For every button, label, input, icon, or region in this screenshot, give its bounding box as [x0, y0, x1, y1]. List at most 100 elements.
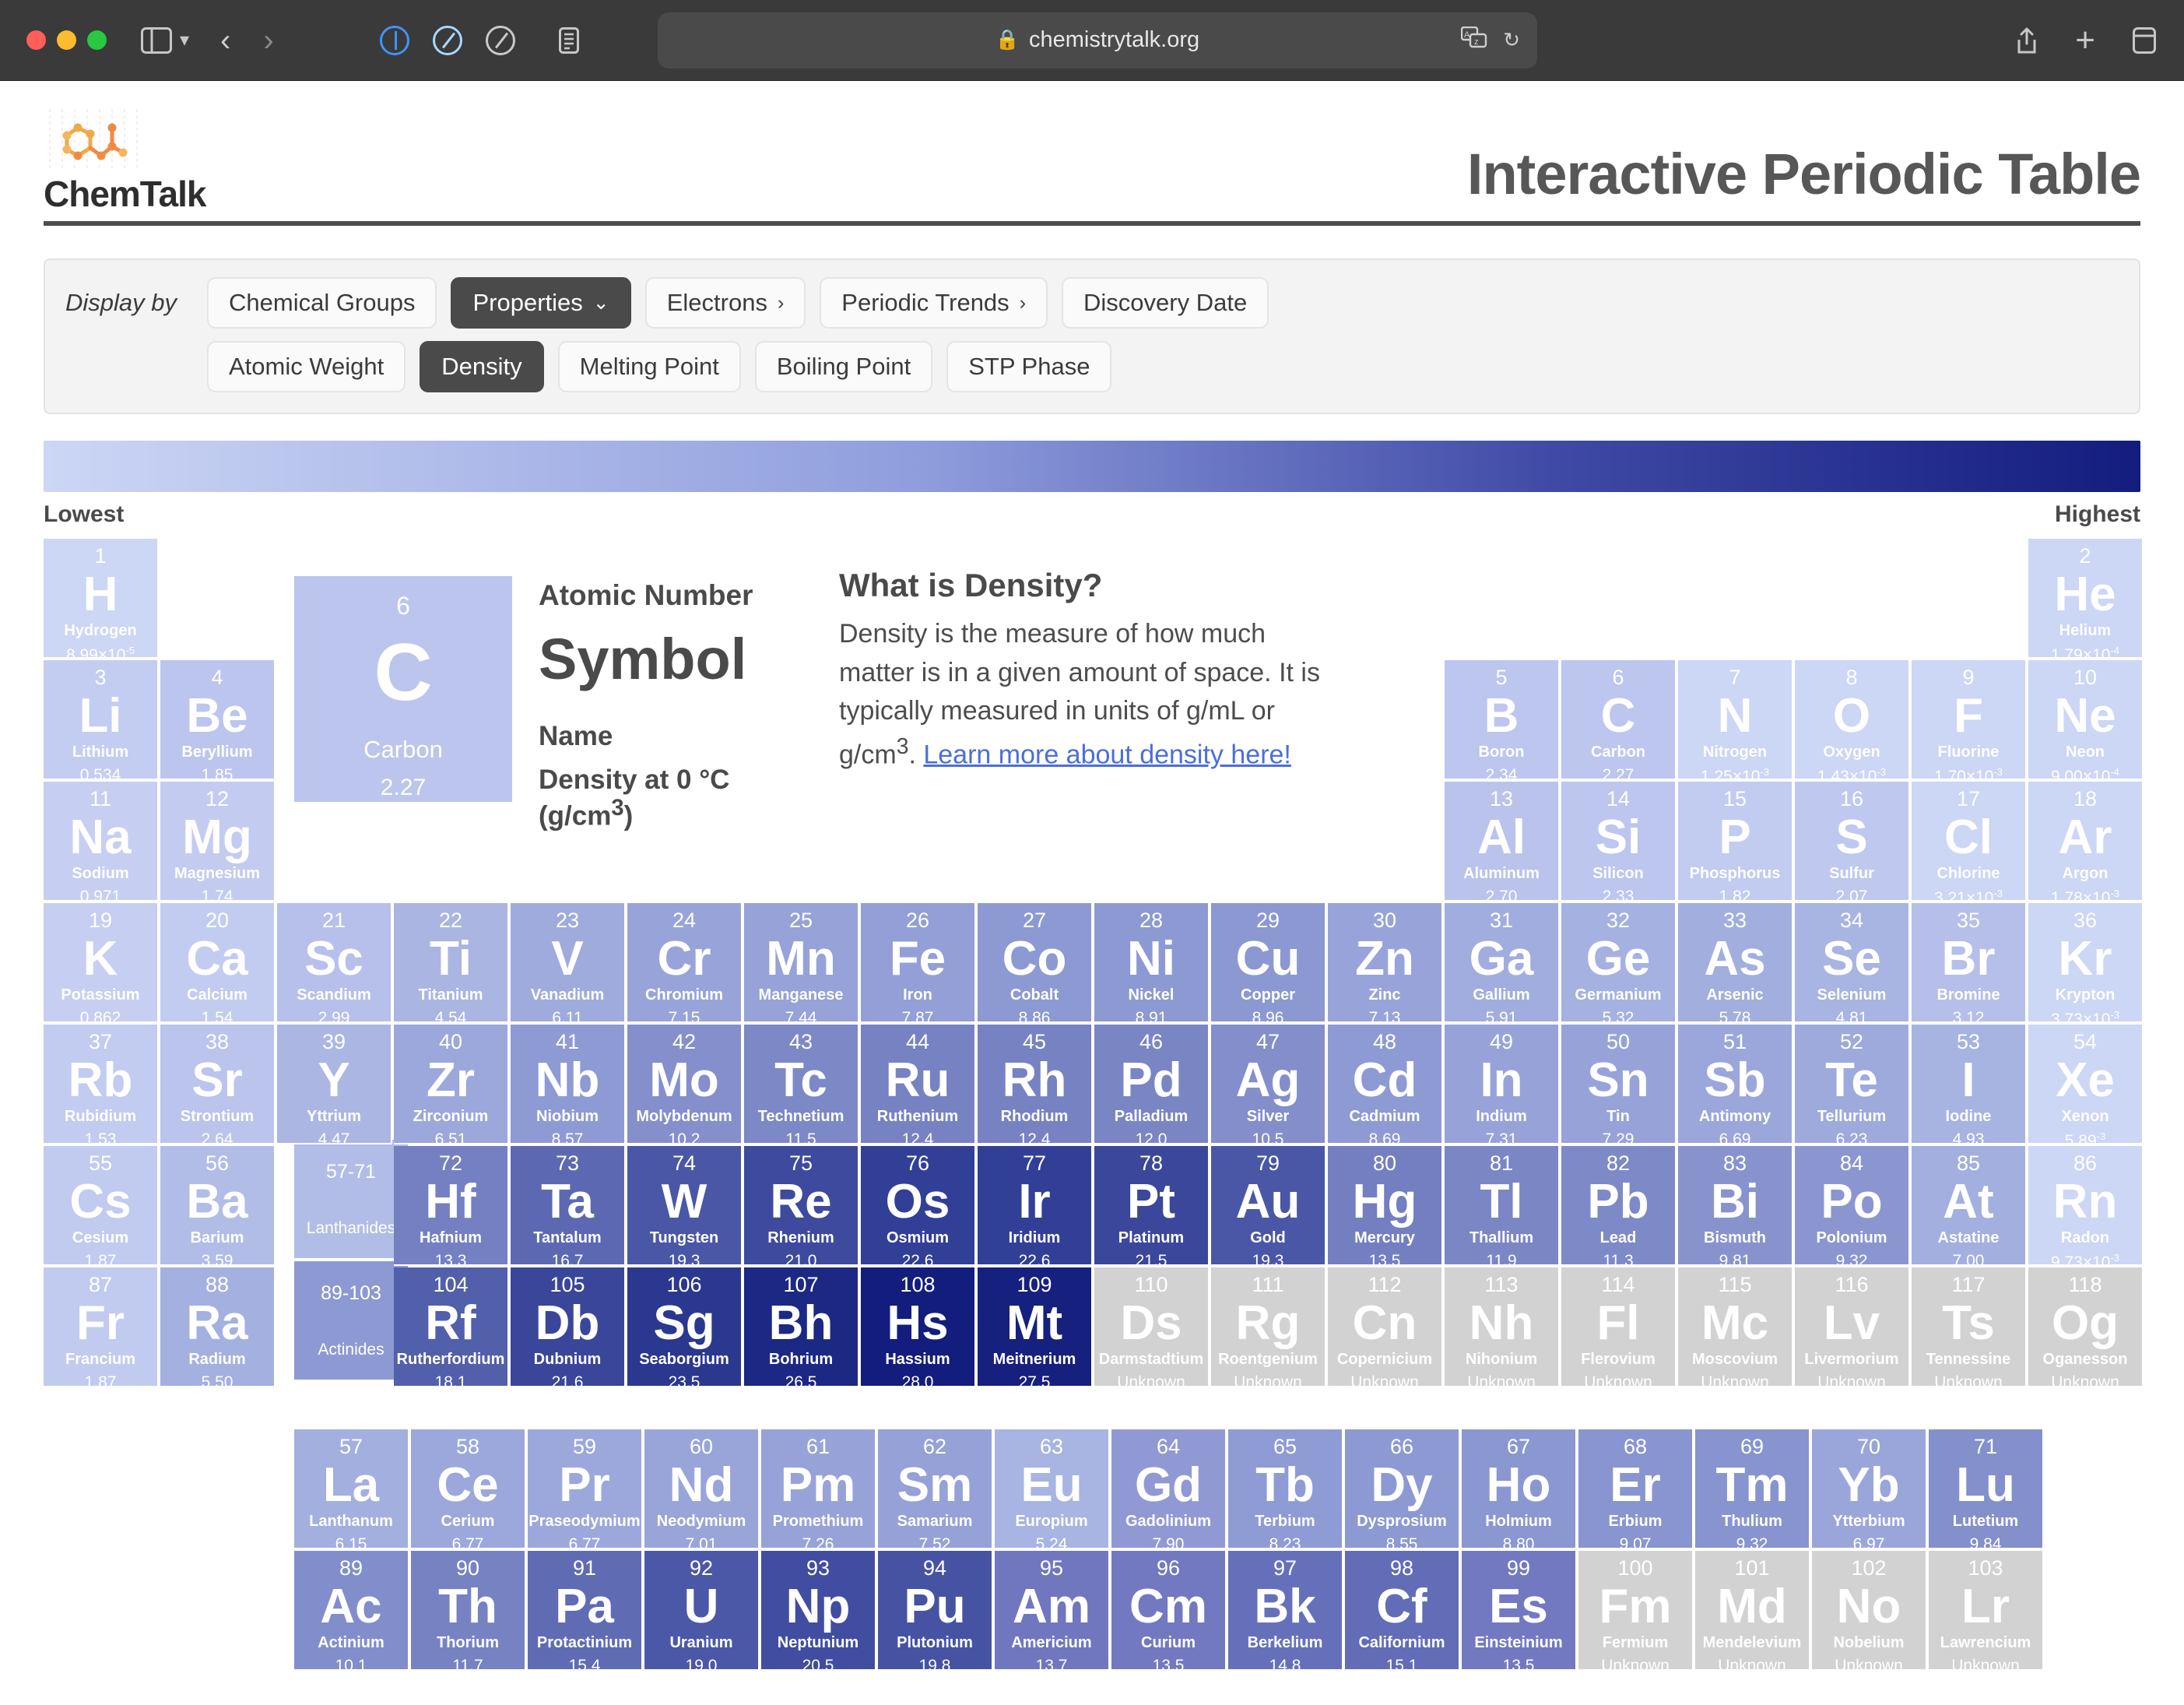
- element-cell-au[interactable]: 79 Au Gold 19.3: [1211, 1146, 1326, 1266]
- element-cell-fm[interactable]: 100 Fm Fermium Unknown: [1578, 1551, 1694, 1671]
- share-icon[interactable]: [2016, 26, 2038, 54]
- button-stp-phase[interactable]: STP Phase: [946, 341, 1112, 392]
- element-cell-u[interactable]: 92 U Uranium 19.0: [644, 1551, 760, 1671]
- element-cell-tl[interactable]: 81 Tl Thallium 11.9: [1445, 1146, 1560, 1266]
- element-cell-sb[interactable]: 51 Sb Antimony 6.69: [1678, 1025, 1793, 1144]
- element-cell-ds[interactable]: 110 Ds Darmstadtium Unknown: [1094, 1267, 1210, 1387]
- element-cell-i[interactable]: 53 I Iodine 4.93: [1912, 1025, 2027, 1144]
- sidebar-toggle-button[interactable]: ▾: [141, 26, 189, 54]
- element-cell-o[interactable]: 8 O Oxygen 1.43×10-3: [1795, 660, 1910, 780]
- element-cell-rf[interactable]: 104 Rf Rutherfordium 18.1: [394, 1267, 509, 1387]
- element-cell-no[interactable]: 102 No Nobelium Unknown: [1812, 1551, 1927, 1671]
- element-cell-cu[interactable]: 29 Cu Copper 8.96: [1211, 903, 1326, 1023]
- tab-overview-icon[interactable]: [2133, 26, 2156, 54]
- button-atomic-weight[interactable]: Atomic Weight: [207, 341, 406, 392]
- element-cell-nb[interactable]: 41 Nb Niobium 8.57: [511, 1025, 626, 1144]
- element-cell-co[interactable]: 27 Co Cobalt 8.86: [978, 903, 1093, 1023]
- element-cell-ta[interactable]: 73 Ta Tantalum 16.7: [511, 1146, 626, 1266]
- tab-icon-second[interactable]: [432, 25, 462, 55]
- element-cell-zn[interactable]: 30 Zn Zinc 7.13: [1328, 903, 1443, 1023]
- element-cell-f[interactable]: 9 F Fluorine 1.70×10-3: [1912, 660, 2027, 780]
- element-cell-mc[interactable]: 115 Mc Moscovium Unknown: [1678, 1267, 1793, 1387]
- element-cell-cf[interactable]: 98 Cf Californium 15.1: [1345, 1551, 1460, 1671]
- tab-icon-active[interactable]: [379, 25, 409, 55]
- element-cell-nh[interactable]: 113 Nh Nihonium Unknown: [1445, 1267, 1560, 1387]
- button-properties[interactable]: Properties ⌄: [451, 277, 631, 329]
- element-cell-ba[interactable]: 56 Ba Barium 3.59: [160, 1146, 276, 1266]
- element-cell-la[interactable]: 57 La Lanthanum 6.15: [294, 1429, 409, 1549]
- element-cell-as[interactable]: 33 As Arsenic 5.78: [1678, 903, 1793, 1023]
- element-cell-dy[interactable]: 66 Dy Dysprosium 8.55: [1345, 1429, 1460, 1549]
- element-cell-pt[interactable]: 78 Pt Platinum 21.5: [1094, 1146, 1210, 1266]
- element-cell-sn[interactable]: 50 Sn Tin 7.29: [1561, 1025, 1677, 1144]
- element-cell-pu[interactable]: 94 Pu Plutonium 19.8: [878, 1551, 993, 1671]
- element-cell-mt[interactable]: 109 Mt Meitnerium 27.5: [978, 1267, 1093, 1387]
- element-cell-am[interactable]: 95 Am Americium 13.7: [995, 1551, 1110, 1671]
- element-cell-tb[interactable]: 65 Tb Terbium 8.23: [1228, 1429, 1343, 1549]
- button-boiling-point[interactable]: Boiling Point: [754, 341, 933, 392]
- element-cell-kr[interactable]: 36 Kr Krypton 3.73×10-3: [2028, 903, 2144, 1023]
- element-cell-p[interactable]: 15 P Phosphorus 1.82: [1678, 782, 1793, 902]
- element-cell-pr[interactable]: 59 Pr Praseodymium 6.77: [528, 1429, 643, 1549]
- element-cell-in[interactable]: 49 In Indium 7.31: [1445, 1025, 1560, 1144]
- new-tab-plus-icon[interactable]: +: [2075, 23, 2095, 58]
- element-cell-ra[interactable]: 88 Ra Radium 5.50: [160, 1267, 276, 1387]
- back-chevron-icon[interactable]: ‹: [220, 25, 230, 56]
- element-cell-li[interactable]: 3 Li Lithium 0.534: [44, 660, 159, 780]
- element-cell-rb[interactable]: 37 Rb Rubidium 1.53: [44, 1025, 159, 1144]
- element-cell-y[interactable]: 39 Y Yttrium 4.47: [277, 1025, 392, 1144]
- element-cell-nd[interactable]: 60 Nd Neodymium 7.01: [644, 1429, 760, 1549]
- element-cell-md[interactable]: 101 Md Mendelevium Unknown: [1695, 1551, 1810, 1671]
- element-cell-bh[interactable]: 107 Bh Bohrium 26.5: [744, 1267, 859, 1387]
- element-cell-po[interactable]: 84 Po Polonium 9.32: [1795, 1146, 1910, 1266]
- element-cell-rg[interactable]: 111 Rg Roentgenium Unknown: [1211, 1267, 1326, 1387]
- element-cell-pd[interactable]: 46 Pd Palladium 12.0: [1094, 1025, 1210, 1144]
- element-cell-cm[interactable]: 96 Cm Curium 13.5: [1111, 1551, 1227, 1671]
- element-cell-ts[interactable]: 117 Ts Tennessine Unknown: [1912, 1267, 2027, 1387]
- tab-strip[interactable]: [379, 25, 579, 55]
- element-cell-cs[interactable]: 55 Cs Cesium 1.87: [44, 1146, 159, 1266]
- element-cell-c[interactable]: 6 C Carbon 2.27: [1561, 660, 1677, 780]
- element-cell-ge[interactable]: 32 Ge Germanium 5.32: [1561, 903, 1677, 1023]
- element-cell-sr[interactable]: 38 Sr Strontium 2.64: [160, 1025, 276, 1144]
- element-cell-h[interactable]: 1 H Hydrogen 8.99×10-5: [44, 539, 159, 659]
- element-cell-bk[interactable]: 97 Bk Berkelium 14.8: [1228, 1551, 1343, 1671]
- element-cell-sc[interactable]: 21 Sc Scandium 2.99: [277, 903, 392, 1023]
- element-cell-be[interactable]: 4 Be Beryllium 1.85: [160, 660, 276, 780]
- element-cell-ho[interactable]: 67 Ho Holmium 8.80: [1462, 1429, 1577, 1549]
- element-cell-ni[interactable]: 28 Ni Nickel 8.91: [1094, 903, 1210, 1023]
- element-cell-cd[interactable]: 48 Cd Cadmium 8.69: [1328, 1025, 1443, 1144]
- element-cell-fl[interactable]: 114 Fl Flerovium Unknown: [1561, 1267, 1677, 1387]
- button-density[interactable]: Density: [420, 341, 544, 392]
- element-cell-hf[interactable]: 72 Hf Hafnium 13.3: [394, 1146, 509, 1266]
- element-cell-gd[interactable]: 64 Gd Gadolinium 7.90: [1111, 1429, 1227, 1549]
- element-cell-lu[interactable]: 71 Lu Lutetium 9.84: [1929, 1429, 2044, 1549]
- button-chemical-groups[interactable]: Chemical Groups: [207, 277, 437, 329]
- element-cell-he[interactable]: 2 He Helium 1.79×10-4: [2028, 539, 2144, 659]
- element-cell-s[interactable]: 16 S Sulfur 2.07: [1795, 782, 1910, 902]
- element-cell-te[interactable]: 52 Te Tellurium 6.23: [1795, 1025, 1910, 1144]
- navigation-buttons[interactable]: ‹ ›: [220, 25, 274, 56]
- element-cell-ir[interactable]: 77 Ir Iridium 22.6: [978, 1146, 1093, 1266]
- element-cell-ce[interactable]: 58 Ce Cerium 6.77: [411, 1429, 526, 1549]
- close-window-button[interactable]: [26, 30, 46, 50]
- element-cell-yb[interactable]: 70 Yb Ytterbium 6.97: [1812, 1429, 1927, 1549]
- button-discovery-date[interactable]: Discovery Date: [1062, 277, 1269, 329]
- element-cell-br[interactable]: 35 Br Bromine 3.12: [1912, 903, 2027, 1023]
- forward-chevron-icon[interactable]: ›: [263, 25, 273, 56]
- element-cell-lr[interactable]: 103 Lr Lawrencium Unknown: [1929, 1551, 2044, 1671]
- element-cell-ga[interactable]: 31 Ga Gallium 5.91: [1445, 903, 1560, 1023]
- element-cell-ca[interactable]: 20 Ca Calcium 1.54: [160, 903, 276, 1023]
- element-cell-og[interactable]: 118 Og Oganesson Unknown: [2028, 1267, 2144, 1387]
- element-cell-pb[interactable]: 82 Pb Lead 11.3: [1561, 1146, 1677, 1266]
- element-cell-ru[interactable]: 44 Ru Ruthenium 12.4: [861, 1025, 976, 1144]
- element-cell-ne[interactable]: 10 Ne Neon 9.00×10-4: [2028, 660, 2144, 780]
- chemtalk-logo[interactable]: ChemTalk: [44, 107, 206, 215]
- chevron-down-icon[interactable]: ▾: [180, 29, 189, 51]
- element-cell-se[interactable]: 34 Se Selenium 4.81: [1795, 903, 1910, 1023]
- button-periodic-trends[interactable]: Periodic Trends ›: [820, 277, 1048, 329]
- element-cell-er[interactable]: 68 Er Erbium 9.07: [1578, 1429, 1694, 1549]
- element-cell-lv[interactable]: 116 Lv Livermorium Unknown: [1795, 1267, 1910, 1387]
- element-cell-mn[interactable]: 25 Mn Manganese 7.44: [744, 903, 859, 1023]
- element-cell-tm[interactable]: 69 Tm Thulium 9.32: [1695, 1429, 1810, 1549]
